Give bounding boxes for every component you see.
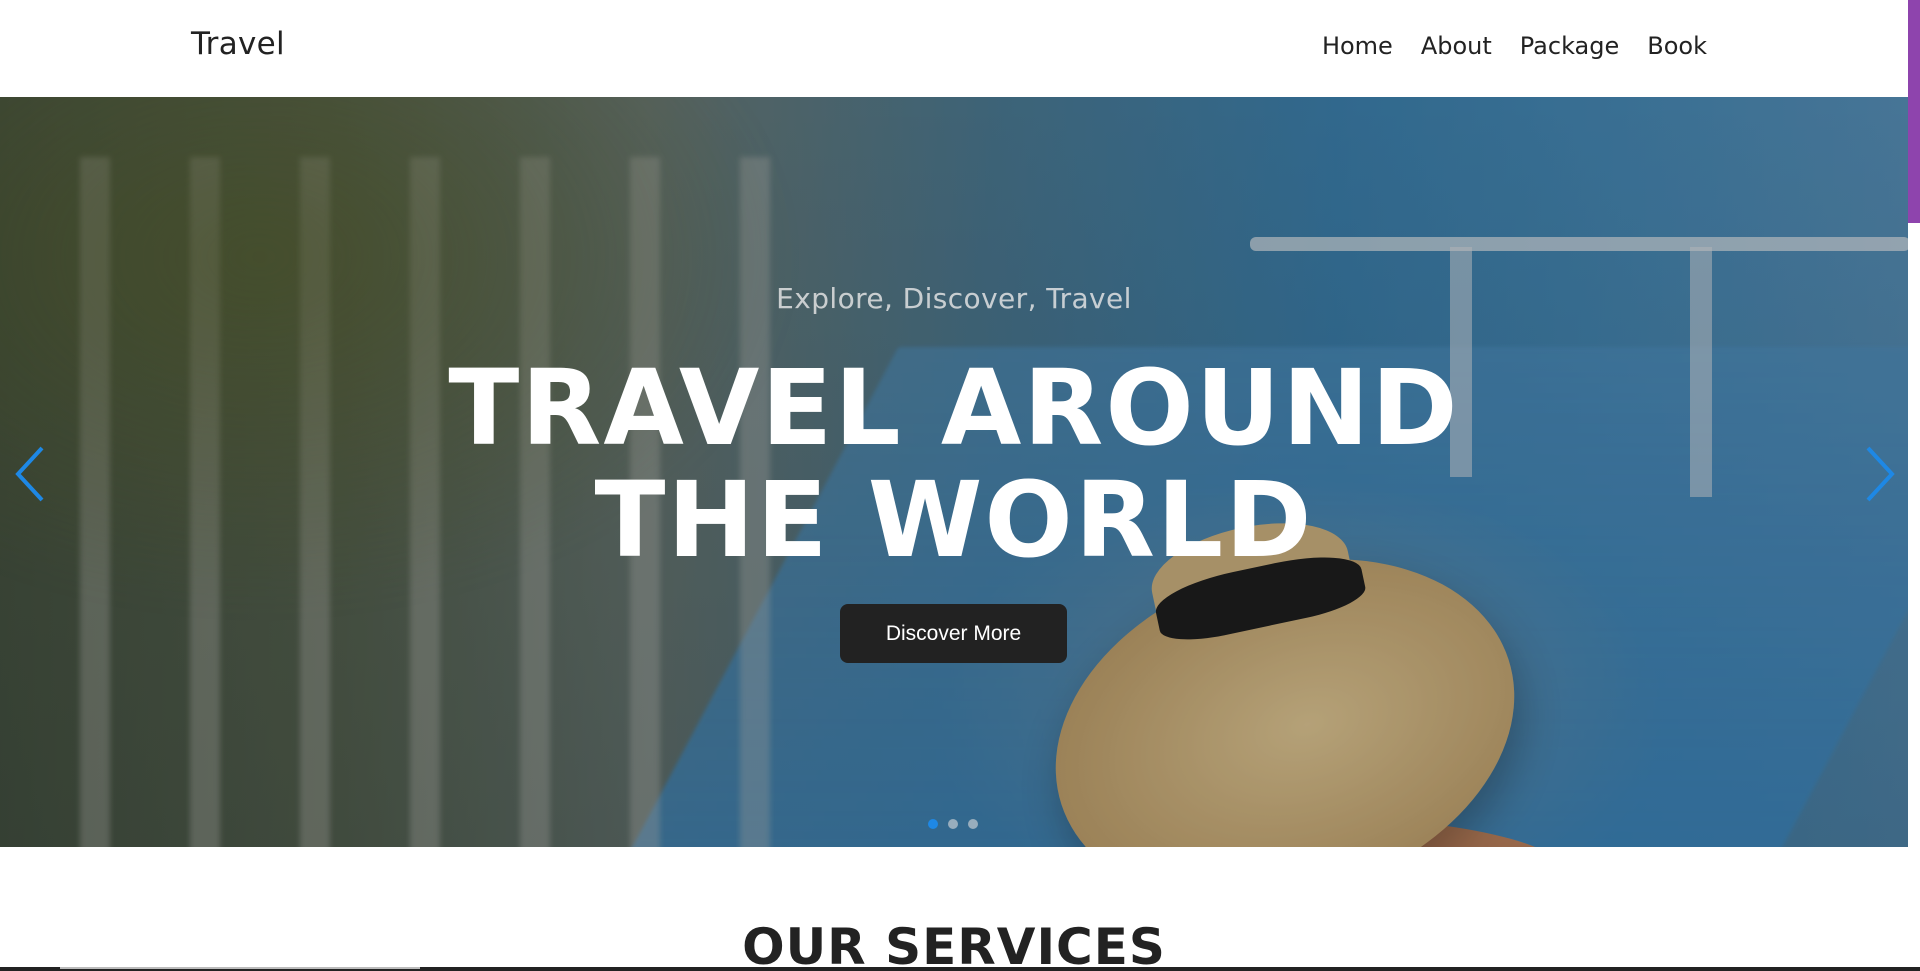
hero-carousel: Explore, Discover, Travel TRAVEL AROUND …: [0, 97, 1908, 847]
main-nav: Home About Package Book: [1322, 32, 1707, 60]
nav-link-home[interactable]: Home: [1322, 32, 1393, 60]
chevron-left-icon: [15, 446, 44, 502]
nav-link-book[interactable]: Book: [1647, 32, 1707, 60]
hero-title: TRAVEL AROUND THE WORLD: [0, 352, 1908, 576]
hero-title-line-2: THE WORLD: [594, 459, 1314, 581]
discover-more-button[interactable]: Discover More: [840, 604, 1067, 663]
carousel-indicator-2[interactable]: [948, 819, 958, 829]
nav-link-about[interactable]: About: [1421, 32, 1492, 60]
page-scrollbar-track[interactable]: [1908, 223, 1920, 971]
brand-logo[interactable]: Travel: [191, 26, 285, 62]
hero-title-line-1: TRAVEL AROUND: [448, 347, 1460, 469]
nav-link-package[interactable]: Package: [1520, 32, 1619, 60]
carousel-indicator-3[interactable]: [968, 819, 978, 829]
services-heading: OUR SERVICES: [742, 918, 1166, 971]
hero-caption: Explore, Discover, Travel TRAVEL AROUND …: [0, 97, 1908, 847]
carousel-indicator-1[interactable]: [928, 819, 938, 829]
top-navbar: Travel Home About Package Book: [0, 0, 1908, 97]
chevron-right-icon: [1866, 446, 1895, 502]
carousel-next-button[interactable]: [1860, 442, 1900, 506]
section-divider-highlight: [60, 967, 420, 969]
hero-subtitle: Explore, Discover, Travel: [776, 282, 1132, 315]
carousel-indicators: [928, 819, 978, 829]
page-scrollbar-thumb[interactable]: [1908, 0, 1920, 223]
carousel-prev-button[interactable]: [10, 442, 50, 506]
